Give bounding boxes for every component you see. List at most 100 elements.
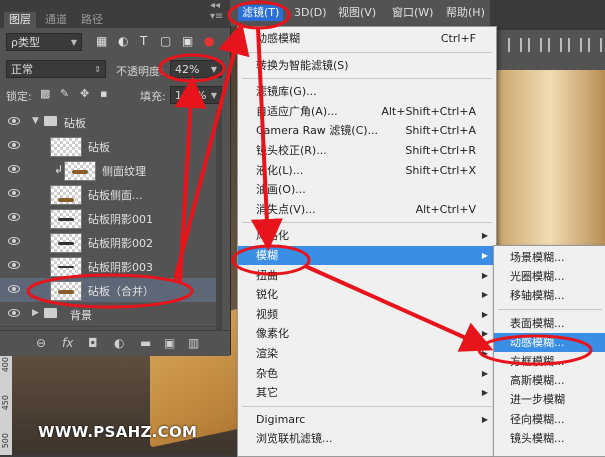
new-layer-icon[interactable]: ▣ <box>164 336 175 350</box>
filter-kind-select[interactable]: ρ类型 ▼ <box>6 33 82 51</box>
layer-row[interactable]: 砧板阴影001 <box>0 206 222 231</box>
filter-menu-item[interactable]: 锐化 ▶ <box>238 285 496 304</box>
layer-row-group[interactable]: ▶ 背景 <box>0 302 222 327</box>
layer-row-selected[interactable]: 砧板（合并） <box>0 278 222 303</box>
eye-icon[interactable] <box>8 309 20 317</box>
layer-row[interactable]: ↲ 侧面纹理 <box>0 158 222 183</box>
expand-icon[interactable]: ▼ <box>32 116 39 126</box>
filter-menu-item[interactable]: 镜头校正(R)... Shift+Ctrl+R <box>238 141 496 160</box>
trash-icon[interactable]: ▥ <box>188 336 199 350</box>
blur-menu-item[interactable]: 镜头模糊... <box>494 429 605 448</box>
layer-row[interactable]: 砧板侧面... <box>0 182 222 207</box>
layer-row[interactable]: 砧板 <box>0 134 222 159</box>
expand-icon[interactable]: ▶ <box>32 308 39 318</box>
filter-menu-item[interactable]: 油画(O)... <box>238 180 496 199</box>
filter-menu-item[interactable]: 液化(L)... Shift+Ctrl+X <box>238 161 496 180</box>
smart-filter-icon[interactable]: ▣ <box>182 34 193 48</box>
chevron-down-icon: ▼ <box>70 38 77 47</box>
filter-menu-item[interactable]: Digimarc ▶ <box>238 410 496 429</box>
eye-icon[interactable] <box>8 189 20 197</box>
filter-menu-item[interactable]: 模糊 ▶ <box>238 246 496 265</box>
filter-toggle-icon[interactable]: ● <box>204 34 214 48</box>
blur-menu-item[interactable]: 移轴模糊... <box>494 286 605 305</box>
blend-mode-select[interactable]: 正常 ⇕ <box>6 60 106 78</box>
layer-row[interactable]: 砧板阴影003 <box>0 254 222 279</box>
layer-scrollbar[interactable] <box>216 110 222 330</box>
align-icon[interactable] <box>508 38 522 52</box>
filter-dropdown: 动感模糊 Ctrl+F 转换为智能滤镜(S) 滤镜库(G)... 自适应广角(A)...… <box>237 26 497 457</box>
filter-menu-item[interactable]: 滤镜库(G)... <box>238 82 496 101</box>
lock-transparent-icon[interactable]: ▩ <box>40 87 50 100</box>
align-icon[interactable] <box>528 38 542 52</box>
layer-row-group[interactable]: ▼ 砧板 <box>0 110 222 135</box>
filter-menu-item[interactable]: 渲染 ▶ <box>238 344 496 363</box>
mask-icon[interactable]: ◘ <box>88 336 98 350</box>
menu-3d[interactable]: 3D(D) <box>290 5 331 21</box>
filter-menu-item[interactable]: 浏览联机滤镜... <box>238 429 496 448</box>
adjustment-icon[interactable]: ◐ <box>114 336 124 350</box>
thumbnail-mark <box>58 290 74 294</box>
filter-menu-item[interactable]: Camera Raw 滤镜(C)... Shift+Ctrl+A <box>238 121 496 140</box>
blur-menu-item[interactable]: 高斯模糊... <box>494 371 605 390</box>
menu-view[interactable]: 视图(V) <box>334 5 380 21</box>
link-icon[interactable]: ⊖ <box>36 336 46 350</box>
fx-icon[interactable]: fx <box>62 336 73 350</box>
lock-move-icon[interactable]: ✥ <box>80 87 89 100</box>
menu-item-label: 浏览联机滤镜... <box>256 432 333 446</box>
filter-menu-item[interactable]: 杂色 ▶ <box>238 364 496 383</box>
filter-menu-item[interactable]: 扭曲 ▶ <box>238 266 496 285</box>
tab-layers[interactable]: 图层 <box>4 12 36 28</box>
eye-icon[interactable] <box>8 141 20 149</box>
eye-icon[interactable] <box>8 117 20 125</box>
blur-menu-item[interactable]: 场景模糊... <box>494 248 605 267</box>
filter-menu-item[interactable]: 自适应广角(A)... Alt+Shift+Ctrl+A <box>238 102 496 121</box>
shape-filter-icon[interactable]: ▢ <box>160 34 171 48</box>
filter-menu-item[interactable]: 风格化 ▶ <box>238 226 496 245</box>
panel-tabs: 图层 通道 路径 ◂◂ ▾≡ <box>0 0 230 28</box>
fill-input[interactable]: 100% ▼ <box>170 86 222 104</box>
eye-icon[interactable] <box>8 165 20 173</box>
layer-filter-row: ρ类型 ▼ <box>0 30 230 54</box>
filter-menu-item[interactable]: 动感模糊 Ctrl+F <box>238 29 496 48</box>
menu-window[interactable]: 窗口(W) <box>388 5 437 21</box>
folder-icon[interactable]: ▬ <box>140 336 151 350</box>
blur-menu-item[interactable]: 进一步模糊 <box>494 390 605 409</box>
blur-menu-item[interactable]: 径向模糊... <box>494 410 605 429</box>
align-icon[interactable] <box>588 38 602 52</box>
pixel-filter-icon[interactable]: ▦ <box>96 34 107 48</box>
tab-channels[interactable]: 通道 <box>40 12 72 28</box>
align-icon[interactable] <box>548 38 562 52</box>
type-filter-icon[interactable]: T <box>140 34 147 48</box>
filter-menu-item[interactable]: 其它 ▶ <box>238 383 496 402</box>
thumbnail-mark <box>58 218 74 221</box>
chevron-down-icon: ⇕ <box>94 65 101 74</box>
eye-icon[interactable] <box>8 285 20 293</box>
opacity-input[interactable]: 42% ▼ <box>170 60 222 78</box>
blur-menu-item[interactable]: 方框模糊... <box>494 352 605 371</box>
eye-icon[interactable] <box>8 237 20 245</box>
layer-row[interactable]: 砧板阴影002 <box>0 230 222 255</box>
layer-thumbnail <box>50 137 82 157</box>
menu-filter[interactable]: 滤镜(T) <box>238 5 284 21</box>
filter-menu-item[interactable]: 转换为智能滤镜(S) <box>238 56 496 75</box>
panel-menu-icon[interactable]: ◂◂ ▾≡ <box>210 0 230 22</box>
eye-icon[interactable] <box>8 213 20 221</box>
tab-paths[interactable]: 路径 <box>76 12 108 28</box>
lock-all-icon[interactable]: ▪ <box>100 87 107 100</box>
adjust-filter-icon[interactable]: ◐ <box>118 34 128 48</box>
filter-menu-item[interactable]: 消失点(V)... Alt+Ctrl+V <box>238 200 496 219</box>
ruler-label: 450 <box>1 395 10 411</box>
blur-menu-item[interactable]: 光圈模糊... <box>494 267 605 286</box>
lock-brush-icon[interactable]: ✎ <box>60 87 69 100</box>
menu-item-label: 锐化 <box>256 288 278 302</box>
layer-thumbnail <box>50 257 82 277</box>
layer-name: 砧板阴影001 <box>88 213 153 226</box>
menu-item-label: 转换为智能滤镜(S) <box>256 58 349 72</box>
menu-help[interactable]: 帮助(H) <box>442 5 489 21</box>
filter-menu-item[interactable]: 视频 ▶ <box>238 305 496 324</box>
eye-icon[interactable] <box>8 261 20 269</box>
align-icon[interactable] <box>568 38 582 52</box>
filter-menu-item[interactable]: 像素化 ▶ <box>238 324 496 343</box>
blur-menu-item[interactable]: 动感模糊... <box>494 332 605 352</box>
blur-menu-item[interactable]: 表面模糊... <box>494 314 605 333</box>
